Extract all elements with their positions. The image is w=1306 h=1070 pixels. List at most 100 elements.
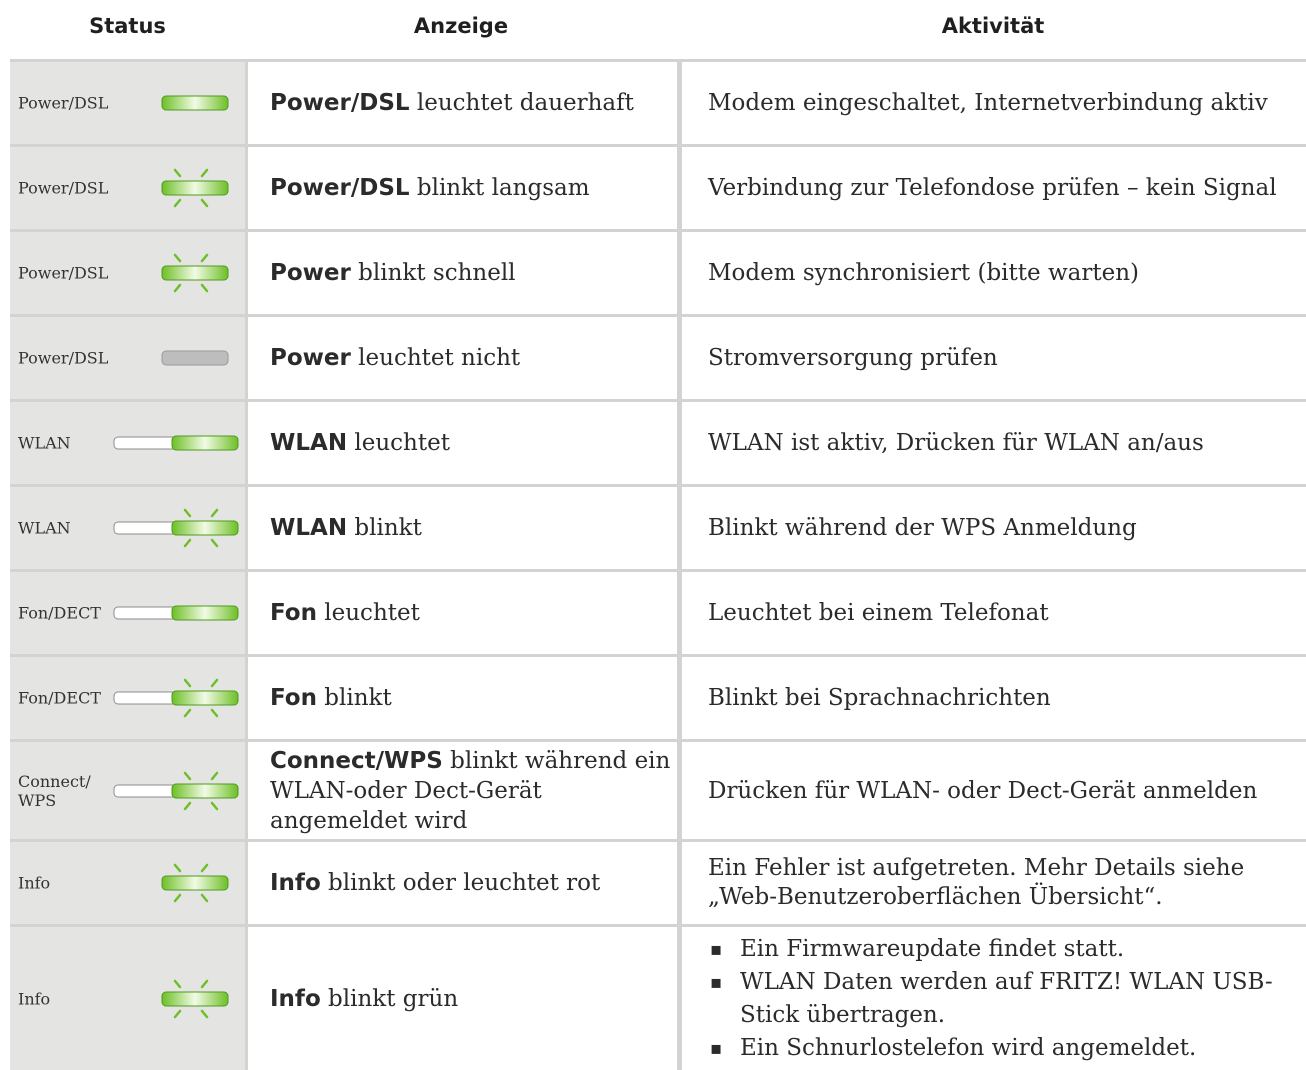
list-item: WLAN Daten werden auf FRITZ! WLAN USB-St… — [708, 966, 1306, 1032]
led-indicator-icon — [161, 863, 229, 903]
status-cell: WLAN — [10, 402, 245, 484]
status-label: Info — [18, 873, 51, 893]
blink-ray-shape — [210, 771, 219, 780]
led-light-shape — [161, 350, 229, 366]
status-label: Connect/ WPS — [18, 771, 91, 810]
aktivitaet-text: WLAN ist aktiv, Drücken für WLAN an/aus — [708, 430, 1204, 456]
status-cell: Info — [10, 927, 245, 1070]
status-cell: WLAN — [10, 487, 245, 569]
table-row: Fon/DECT Fon blinkt Blinkt bei Sprachnachr… — [10, 657, 1306, 739]
led-light-shape — [161, 95, 229, 111]
anzeige-text: Info blinkt oder leuchtet rot — [270, 868, 600, 898]
led-light-shape — [171, 690, 239, 706]
anzeige-bold: Power — [270, 345, 351, 371]
led-indicator-icon — [161, 350, 229, 366]
blink-ray-shape — [200, 253, 209, 263]
blink-ray-shape — [210, 801, 219, 810]
blink-ray-shape — [183, 708, 192, 718]
anzeige-bold: Info — [270, 870, 321, 896]
blink-ray-shape — [200, 979, 209, 988]
anzeige-bold: Power — [270, 260, 351, 286]
aktivitaet-cell: Modem eingeschaltet, Internetverbindung … — [682, 62, 1306, 144]
anzeige-cell: Fon leuchtet — [248, 572, 677, 654]
aktivitaet-text: Modem eingeschaltet, Internetverbindung … — [708, 90, 1268, 116]
anzeige-bold: Connect/WPS — [270, 747, 443, 774]
anzeige-cell: Power/DSL blinkt langsam — [248, 147, 677, 229]
table-row: WLAN WLAN leuchtet WLAN ist aktiv, Drücken… — [10, 402, 1306, 484]
aktivitaet-cell: Blinkt bei Sprachnachrichten — [682, 657, 1306, 739]
aktivitaet-text: Ein Fehler ist aufgetreten. Mehr Details… — [708, 855, 1245, 910]
anzeige-bold: Info — [270, 985, 321, 1012]
blink-ray-shape — [200, 893, 209, 903]
status-cell: Fon/DECT — [10, 572, 245, 654]
aktivitaet-cell: Ein Fehler ist aufgetreten. Mehr Details… — [682, 842, 1306, 924]
table-row: Power/DSL Power blinkt schnell Modem synch… — [10, 232, 1306, 314]
anzeige-rest: blinkt oder leuchtet rot — [320, 870, 601, 896]
anzeige-rest: blinkt — [316, 685, 392, 711]
blink-ray-shape — [173, 168, 182, 178]
blink-ray-shape — [183, 801, 192, 810]
table-row: Info Info blinkt oder leuchtet rot Ein Feh… — [10, 842, 1306, 924]
aktivitaet-text: Leuchtet bei einem Telefonat — [708, 600, 1049, 626]
status-label: Info — [18, 989, 51, 1008]
anzeige-bold: Power/DSL — [270, 175, 410, 201]
led-indicator-icon — [161, 168, 229, 208]
list-item: Ein Firmwareupdate findet statt. — [708, 933, 1306, 966]
anzeige-rest: leuchtet — [347, 430, 450, 456]
aktivitaet-list: Ein Firmwareupdate findet statt.WLAN Dat… — [708, 933, 1306, 1065]
status-cell: Power/DSL — [10, 147, 245, 229]
status-cell: Connect/ WPS — [10, 742, 245, 839]
anzeige-rest: blinkt langsam — [409, 175, 590, 201]
header-anzeige: Anzeige — [413, 14, 509, 38]
anzeige-cell: WLAN blinkt — [248, 487, 677, 569]
blink-ray-shape — [183, 771, 192, 780]
anzeige-text: WLAN blinkt — [270, 513, 422, 543]
status-cell: Power/DSL — [10, 317, 245, 399]
anzeige-text: WLAN leuchtet — [270, 428, 450, 458]
anzeige-text: Power leuchtet nicht — [270, 343, 520, 373]
status-label: WLAN — [18, 433, 71, 453]
blink-ray-shape — [200, 198, 209, 208]
anzeige-cell: Fon blinkt — [248, 657, 677, 739]
anzeige-rest: leuchtet — [316, 600, 420, 626]
anzeige-cell: Power blinkt schnell — [248, 232, 677, 314]
status-label: WLAN — [18, 518, 71, 538]
led-light-shape — [171, 435, 239, 451]
header-status: Status — [89, 14, 166, 38]
anzeige-rest: blinkt schnell — [350, 260, 516, 286]
led-indicator-icon — [113, 605, 239, 621]
anzeige-text: Power blinkt schnell — [270, 258, 516, 288]
aktivitaet-text: Drücken für WLAN- oder Dect-Gerät anmeld… — [708, 777, 1258, 804]
led-indicator-icon — [113, 771, 239, 810]
status-cell: Info — [10, 842, 245, 924]
led-light-shape — [161, 875, 229, 891]
anzeige-text: Fon leuchtet — [270, 598, 420, 628]
status-cell: Power/DSL — [10, 232, 245, 314]
blink-ray-shape — [200, 1009, 209, 1018]
blink-ray-shape — [210, 508, 219, 518]
anzeige-text: Power/DSL leuchtet dauerhaft — [270, 88, 634, 118]
led-light-shape — [161, 991, 229, 1006]
led-indicator-icon — [113, 678, 239, 718]
aktivitaet-text: Modem synchronisiert (bitte warten) — [708, 260, 1139, 286]
table-row: Power/DSL Power leuchtet nicht Stromversor… — [10, 317, 1306, 399]
table-row: Power/DSL Power/DSL leuchtet dauerhaft Mod… — [10, 62, 1306, 144]
anzeige-rest: leuchtet nicht — [350, 345, 521, 371]
led-light-shape — [171, 605, 239, 621]
table-row: Power/DSL Power/DSL blinkt langsam Verbind… — [10, 147, 1306, 229]
aktivitaet-cell: Drücken für WLAN- oder Dect-Gerät anmeld… — [682, 742, 1306, 839]
blink-ray-shape — [183, 538, 192, 548]
blink-ray-shape — [200, 168, 209, 178]
led-indicator-icon — [113, 508, 239, 548]
anzeige-rest: leuchtet dauerhaft — [409, 90, 634, 116]
status-label: Fon/DECT — [18, 688, 101, 708]
anzeige-cell: Connect/WPS blinkt während ein WLAN-oder… — [248, 742, 677, 839]
aktivitaet-cell: Blinkt während der WPS Anmeldung — [682, 487, 1306, 569]
status-cell: Power/DSL — [10, 62, 245, 144]
blink-ray-shape — [183, 678, 192, 688]
anzeige-cell: Power leuchtet nicht — [248, 317, 677, 399]
table-row: WLAN WLAN blinkt Blinkt während der WPS An… — [10, 487, 1306, 569]
blink-ray-shape — [173, 979, 182, 988]
anzeige-text: Power/DSL blinkt langsam — [270, 173, 590, 203]
anzeige-bold: WLAN — [270, 430, 348, 456]
